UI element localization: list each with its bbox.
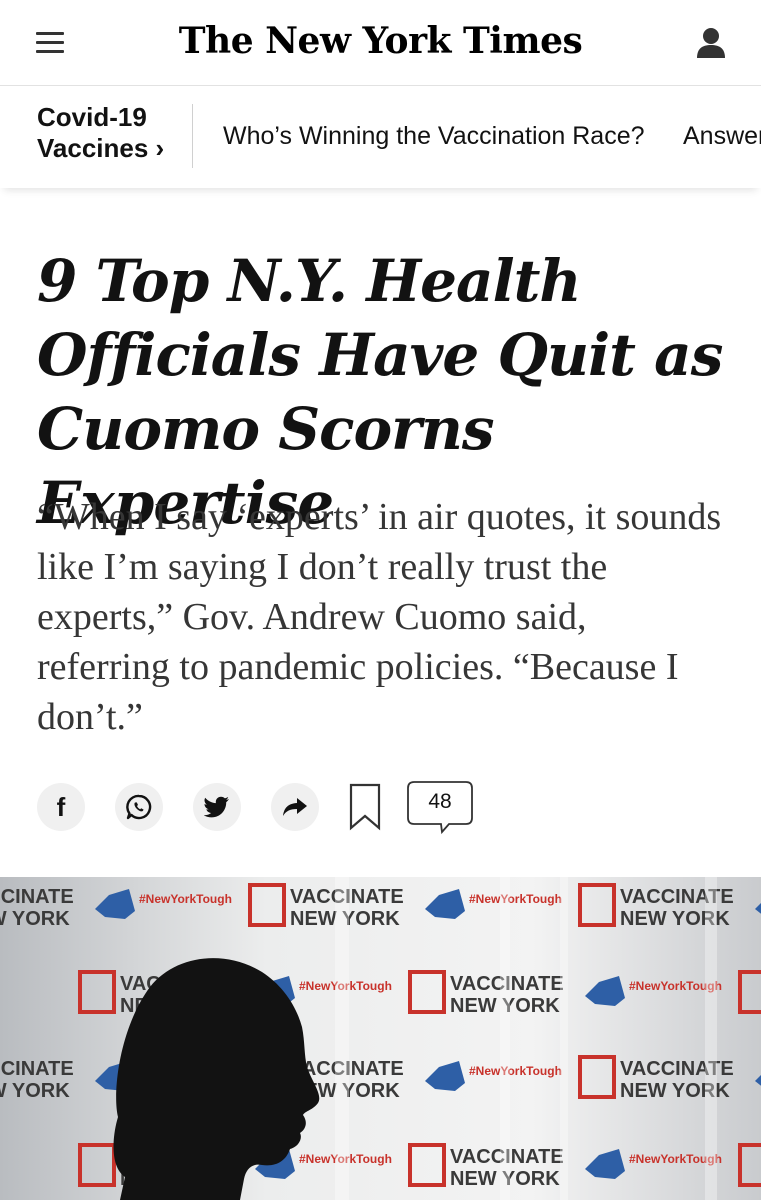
whatsapp-share-button[interactable] <box>115 783 163 831</box>
section-nav: Covid-19 Vaccines › Who’s Winning the Va… <box>0 86 761 188</box>
section-link-vaccination-race[interactable]: Who’s Winning the Vaccination Race? <box>223 122 645 151</box>
lead-photo[interactable]: VACCINATENEW YORK#NewYorkToughVACCINATEN… <box>0 877 761 1200</box>
whatsapp-icon <box>126 794 152 820</box>
banner-hashtag: #NewYorkTough <box>469 1064 562 1078</box>
section-title-line1: Covid-19 <box>37 102 147 132</box>
photo-illustration: VACCINATENEW YORK#NewYorkToughVACCINATEN… <box>0 877 761 1200</box>
banner-text-new-york: NEW YORK <box>0 1080 70 1102</box>
section-title-line2: Vaccines › <box>37 133 165 163</box>
facebook-share-button[interactable]: f <box>37 783 85 831</box>
comment-count: 48 <box>428 790 452 813</box>
article-summary: “When I say ‘experts’ in air quotes, it … <box>37 496 722 738</box>
banner-hashtag: #NewYorkTough <box>139 892 232 906</box>
banner-text-new-york: NEW YORK <box>0 908 70 930</box>
comments-button[interactable]: 48 <box>407 781 473 837</box>
bookmark-icon <box>349 783 381 831</box>
share-more-button[interactable] <box>271 783 319 831</box>
top-bar: The New York Times <box>0 0 761 86</box>
masthead-logo[interactable]: The New York Times <box>0 20 761 62</box>
banner-text-vaccinate: VACCINATE <box>0 886 74 908</box>
user-account-icon[interactable] <box>695 26 727 60</box>
section-divider <box>192 104 193 168</box>
share-arrow-icon <box>283 798 307 816</box>
twitter-icon <box>204 796 229 818</box>
twitter-share-button[interactable] <box>193 783 241 831</box>
banner-text-vaccinate: VACCINATE <box>0 1058 74 1080</box>
banner-hashtag: #NewYorkTough <box>469 892 562 906</box>
section-link-answers[interactable]: Answer <box>683 122 761 151</box>
section-title-covid-vaccines[interactable]: Covid-19 Vaccines › <box>37 102 164 164</box>
bookmark-button[interactable] <box>349 783 381 831</box>
facebook-icon: f <box>56 791 66 822</box>
